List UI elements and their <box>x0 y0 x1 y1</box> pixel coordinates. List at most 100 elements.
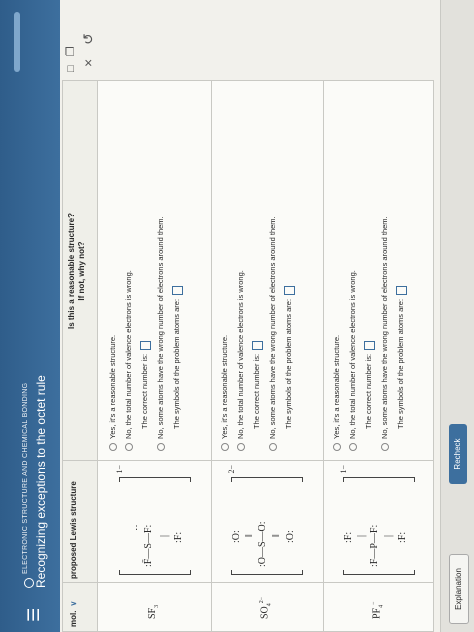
option-no-total[interactable]: No, the total number of valence electron… <box>121 91 137 451</box>
table-row: SF3 1− :F̄—S—F: ‥ | :F: Yes, it's a reas… <box>99 81 212 631</box>
option-no-some[interactable]: No, some atoms have the wrong number of … <box>265 91 281 451</box>
option-no-some[interactable]: No, some atoms have the wrong number of … <box>377 91 393 451</box>
topic-circle-icon <box>24 578 34 588</box>
header-bar: ☰ ELECTRONIC STRUCTURE AND CHEMICAL BOND… <box>0 0 60 632</box>
lewis-top-atom: :F: <box>343 531 354 543</box>
screen: ☰ ELECTRONIC STRUCTURE AND CHEMICAL BOND… <box>0 0 474 632</box>
question-table: mol. ∨ proposed Lewis structure Is this a… <box>62 80 434 632</box>
symbols-input[interactable] <box>395 285 407 295</box>
molecule-subscript: 3 <box>154 604 160 608</box>
close-icon[interactable]: × <box>80 59 96 67</box>
correct-number-line: The correct number is: <box>249 91 265 451</box>
symbols-label: The symbols of the problem atoms are: <box>396 298 405 429</box>
undo-icon[interactable]: ↺ <box>80 33 97 45</box>
ion-charge: 1− <box>339 465 348 474</box>
molecule-symbol: SF <box>147 607 158 619</box>
symbols-line: The symbols of the problem atoms are: <box>169 91 185 451</box>
molecule-formula: PF4− <box>371 601 384 619</box>
lewis-structure: 2− :O: ‖ :O—S—O: ‖ :O: <box>227 465 307 575</box>
chevron-down-icon[interactable]: ∨ <box>69 601 78 607</box>
bottom-bar: Explanation Recheck <box>440 0 474 632</box>
lewis-lone-pair: ‥ <box>129 524 140 531</box>
header-question-sub: If not, why not? <box>77 241 86 301</box>
table-row: PF4− 1− :F: | :F—P—F: | :F: Yes, it's a … <box>323 81 435 631</box>
lewis-main-chain: :F—P—F: <box>369 524 380 567</box>
option-yes[interactable]: Yes, it's a reasonable structure. <box>105 91 121 451</box>
radio-button[interactable] <box>221 443 229 451</box>
correct-number-line: The correct number is: <box>137 91 153 451</box>
left-bracket <box>119 570 191 575</box>
correct-number-input[interactable] <box>139 340 151 350</box>
radio-button[interactable] <box>333 443 341 451</box>
lewis-main-chain: :O—S—O: <box>257 521 268 567</box>
rotated-page: ☰ ELECTRONIC STRUCTURE AND CHEMICAL BOND… <box>0 0 474 632</box>
lewis-bottom-atom: :F: <box>173 531 184 543</box>
molecule-formula: SO42− <box>259 597 272 619</box>
lewis-bond-vertical: | <box>159 534 170 537</box>
option-no-total[interactable]: No, the total number of valence electron… <box>345 91 361 451</box>
option-no-some[interactable]: No, some atoms have the wrong number of … <box>153 91 169 451</box>
molecule-superscript: − <box>371 601 377 605</box>
option-label: No, some atoms have the wrong number of … <box>156 216 165 439</box>
molecule-superscript: 2− <box>259 596 265 604</box>
lewis-main-chain: :F̄—S—F: <box>143 524 154 567</box>
option-yes[interactable]: Yes, it's a reasonable structure. <box>217 91 233 451</box>
header-question: Is this a reasonable structure? If not, … <box>67 161 87 381</box>
header-molecule[interactable]: mol. ∨ <box>69 601 78 627</box>
radio-button[interactable] <box>237 443 245 451</box>
menu-icon[interactable]: ☰ <box>24 608 44 622</box>
option-no-total[interactable]: No, the total number of valence electron… <box>233 91 249 451</box>
right-bracket <box>343 477 415 482</box>
topic-label: ELECTRONIC STRUCTURE AND CHEMICAL BONDIN… <box>22 382 29 574</box>
option-label: No, the total number of valence electron… <box>348 270 357 439</box>
page-title: Recognizing exceptions to the octet rule <box>34 375 48 588</box>
table-header: mol. ∨ proposed Lewis structure Is this a… <box>63 81 98 631</box>
table-row: SO42− 2− :O: ‖ :O—S—O: ‖ :O: Yes, it's a… <box>211 81 324 631</box>
option-label: No, some atoms have the wrong number of … <box>268 216 277 439</box>
correct-number-input[interactable] <box>251 340 263 350</box>
action-icons: × ↺ <box>80 7 97 67</box>
lewis-double-bond: ‖ <box>244 534 255 537</box>
left-bracket <box>231 570 303 575</box>
lewis-bottom-atom: :F: <box>397 531 408 543</box>
molecule-formula: SF3 <box>147 605 160 619</box>
answer-options: Yes, it's a reasonable structure. No, th… <box>217 91 297 451</box>
option-label: Yes, it's a reasonable structure. <box>220 334 229 439</box>
left-bracket <box>343 570 415 575</box>
correct-number-line: The correct number is: <box>361 91 377 451</box>
lewis-top-atom: :O: <box>231 530 242 543</box>
lewis-bond-vertical: | <box>356 534 367 537</box>
radio-button[interactable] <box>349 443 357 451</box>
radio-button[interactable] <box>109 443 117 451</box>
lewis-structure: 1− :F̄—S—F: ‥ | :F: <box>115 465 195 575</box>
radio-button[interactable] <box>269 443 277 451</box>
expand-icon[interactable]: □ <box>65 65 77 72</box>
symbols-input[interactable] <box>283 285 295 295</box>
ion-charge: 2− <box>227 465 236 474</box>
lewis-bond-vertical: | <box>383 534 394 537</box>
symbols-label: The symbols of the problem atoms are: <box>172 298 181 429</box>
explanation-button[interactable]: Explanation <box>449 554 469 624</box>
radio-button[interactable] <box>157 443 165 451</box>
option-label: No, some atoms have the wrong number of … <box>380 216 389 439</box>
copy-icon[interactable]: ❐ <box>64 46 77 56</box>
molecule-symbol: SO <box>259 606 271 619</box>
correct-number-input[interactable] <box>363 340 375 350</box>
right-bracket <box>119 477 191 482</box>
lewis-bottom-atom: :O: <box>285 530 296 543</box>
symbols-input[interactable] <box>171 285 183 295</box>
correct-number-label: The correct number is: <box>364 353 373 429</box>
header-lewis: proposed Lewis structure <box>69 481 78 579</box>
recheck-button[interactable]: Recheck <box>449 424 467 484</box>
radio-button[interactable] <box>381 443 389 451</box>
answer-options: Yes, it's a reasonable structure. No, th… <box>329 91 409 451</box>
molecule-subscript: 4 <box>266 603 273 607</box>
option-label: No, the total number of valence electron… <box>236 270 245 439</box>
option-yes[interactable]: Yes, it's a reasonable structure. <box>329 91 345 451</box>
symbols-line: The symbols of the problem atoms are: <box>393 91 409 451</box>
radio-button[interactable] <box>125 443 133 451</box>
ion-charge: 1− <box>115 465 124 474</box>
lewis-structure: 1− :F: | :F—P—F: | :F: <box>339 465 419 575</box>
toolbar-icons: □ ❐ <box>64 12 77 72</box>
option-label: Yes, it's a reasonable structure. <box>332 334 341 439</box>
